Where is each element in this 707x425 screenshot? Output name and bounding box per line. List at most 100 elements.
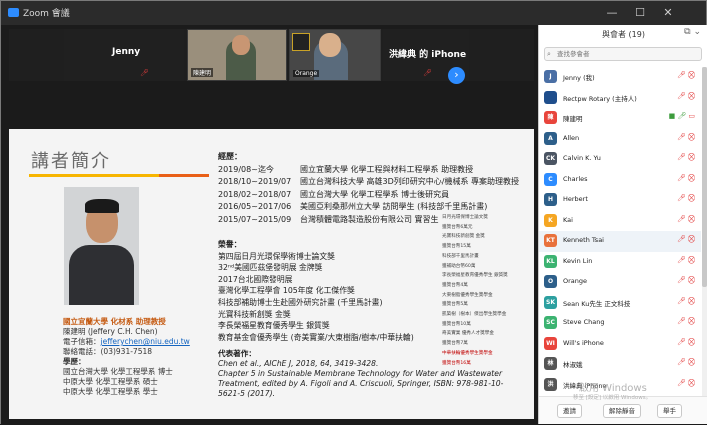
side-item: 獲獎台幣16萬: [442, 360, 471, 366]
participant-row[interactable]: KT Kenneth Tsai 🎤︎ ⛒: [539, 231, 701, 252]
search-icon: ⌕: [547, 50, 551, 58]
participant-row[interactable]: O Orange 🎤︎ ⛒: [539, 272, 701, 293]
participant-name: Kai: [563, 215, 573, 224]
participant-status: 🎤︎ ⛒: [677, 297, 695, 306]
side-item: 光寶科技新創獎 金獎: [442, 234, 485, 240]
photo-body: [69, 245, 134, 305]
participant-name: Rectpw Rotary (主持人): [563, 94, 637, 103]
collapse-icon[interactable]: ⌄: [693, 27, 701, 37]
muted-mic-icon: 🎤︎: [676, 153, 686, 161]
participant-row[interactable]: K Kai 🎤︎ ⛒: [539, 211, 701, 232]
slide-heading: 講者簡介: [31, 151, 111, 172]
participant-row[interactable]: SC Steve Chang 🎤︎ ⛒: [539, 313, 701, 334]
minimize-button[interactable]: —: [601, 4, 623, 22]
side-item: 中華扶輪優秀學生獎學金: [442, 350, 493, 356]
muted-mic-icon: 🎤︎: [676, 173, 686, 182]
raise-hand-button[interactable]: 舉手: [657, 404, 682, 418]
participant-row[interactable]: KL Kevin Lin 🎤︎ ⛒: [539, 252, 701, 273]
experience-heading: 經歷：: [218, 152, 242, 161]
participant-name: Jenny (我): [563, 74, 595, 82]
avatar: SC: [544, 316, 557, 329]
share-icon: ■: [668, 112, 676, 120]
video-off-icon: ⛒: [687, 173, 695, 182]
edu-item: 中原大學 化學工程學系 碩士: [63, 377, 158, 386]
side-item: 奇美實業 優秀人才獎學金: [442, 331, 494, 337]
email-link[interactable]: jefferychen@niu.edu.tw: [101, 337, 190, 346]
exp-date: 2019/08~迄今: [218, 164, 274, 174]
muted-mic-icon: 🎤︎: [676, 235, 686, 243]
avatar: C: [544, 172, 557, 186]
muted-mic-icon: 🎤︎: [676, 337, 686, 346]
participant-status: 🎤︎ ⛒: [677, 317, 695, 326]
participant-status: ■ 🎤︎ ▭: [669, 112, 695, 120]
unmute-button[interactable]: 解除靜音: [603, 404, 641, 418]
participant-row[interactable]: 陳陳建明 ■ 🎤︎ ▭: [539, 108, 701, 129]
honor-item: 教育基金會優秀學生 (奇美實業/大東樹脂/樹本/中華扶輪): [218, 332, 414, 342]
participant-row[interactable]: Rectpw Rotary (主持人) 🎤︎ ⛒: [539, 88, 701, 109]
windows-activation-hint: 移至 [設定] 以啟用 Windows。: [573, 395, 652, 401]
avatar: WI: [544, 336, 557, 350]
participant-name: Will's iPhone: [563, 338, 604, 347]
edu-item: 國立台灣大學 化學工程學系 博士: [63, 367, 173, 376]
video-off-icon: ⛒: [687, 296, 695, 305]
invite-button[interactable]: 邀請: [557, 404, 582, 418]
side-item: 獲獎台幣10萬: [442, 321, 471, 327]
participant-search-input[interactable]: ⌕ 查找參會者: [544, 47, 702, 61]
avatar: K: [544, 213, 557, 227]
window-title: Zoom 會議: [23, 9, 70, 19]
honor-item: 科技部補助博士生赴國外研究計畫 (千里馬計畫): [218, 297, 383, 307]
popout-icon[interactable]: ⧉: [684, 27, 690, 37]
title-bar: Zoom 會議 — ☐ ✕: [1, 1, 706, 25]
participants-panel: 與會者 (19) ⧉ ⌄ ⌕ 查找參會者 J Jenny (我) 🎤︎ ⛒ Rectpw…: [538, 25, 707, 424]
accent-bar: [159, 174, 209, 177]
honor-item: 李長榮福星教育優秀學生 銀質獎: [218, 321, 330, 331]
participants-title: 與會者 (19): [602, 30, 645, 39]
video-tile-orange[interactable]: Orange: [289, 29, 381, 81]
next-page-button[interactable]: ›: [448, 67, 465, 84]
side-item: 大東樹脂優秀學生獎學金: [442, 292, 493, 298]
video-off-icon: ⛒: [687, 153, 695, 161]
participant-status: 🎤︎ ⛒: [677, 194, 695, 203]
participant-status: 🎤︎ ⛒: [677, 358, 695, 367]
participant-row[interactable]: CK Calvin K. Yu 🎤︎ ⛒: [539, 149, 701, 170]
speaker-org: 國立宜蘭大學 化材系 助理教授: [63, 317, 166, 326]
publication-text: Chen et al., AIChE J, 2018, 64, 3419-342…: [218, 359, 379, 368]
participant-status: 🎤︎ ⛒: [677, 174, 695, 183]
side-item: 獲獎台幣5萬: [442, 302, 468, 308]
participant-name: Charles: [563, 174, 588, 183]
maximize-button[interactable]: ☐: [629, 4, 651, 22]
exp-date: 2016/05~2017/06: [218, 202, 292, 211]
scrollbar-thumb[interactable]: [702, 67, 707, 287]
muted-mic-icon: 🎤︎: [676, 255, 686, 264]
tile-name: 陳建明: [191, 68, 214, 77]
tile-name: Jenny: [112, 47, 141, 57]
video-off-icon: ⛒: [687, 235, 695, 243]
avatar: 陳: [544, 111, 557, 124]
participant-row[interactable]: WI Will's iPhone 🎤︎ ⛒: [539, 334, 701, 355]
muted-mic-icon: 🎤︎: [423, 69, 432, 77]
participant-row[interactable]: C Charles 🎤︎ ⛒: [539, 170, 701, 191]
side-item: 獲獎台幣7萬: [442, 341, 468, 347]
speaker-photo: [64, 187, 139, 305]
participant-list: J Jenny (我) 🎤︎ ⛒ Rectpw Rotary (主持人) 🎤︎ ⛒ 陳陳建明 ■…: [539, 67, 701, 395]
close-button[interactable]: ✕: [657, 4, 679, 22]
experience-row: 2019/08~迄今 國立宜蘭大學 化學工程與材料工程學系 助理教授: [218, 164, 519, 177]
avatar: KL: [544, 254, 557, 268]
participant-row[interactable]: SK Sean Ku先生 正文科技 🎤︎ ⛒: [539, 293, 701, 314]
participant-status: 🎤︎ ⛒: [677, 256, 695, 265]
avatar: H: [544, 193, 557, 206]
participant-row[interactable]: 林林淑娥 🎤︎ ⛒: [539, 354, 701, 375]
participant-name: Sean Ku先生 正文科技: [563, 299, 631, 308]
award-side-list: 日月光環保博士論文獎 獲獎台幣6萬元 光寶科技新創獎 金獎 獲獎台幣15萬 科技…: [442, 213, 508, 368]
honor-item: 32ⁿᵈ美國匹茲堡發明展 金牌獎: [218, 263, 323, 273]
participant-row[interactable]: J Jenny (我) 🎤︎ ⛒: [539, 67, 701, 88]
participant-scrollbar[interactable]: [702, 67, 707, 397]
video-off-icon: ⛒: [687, 132, 695, 141]
video-tile-jenny[interactable]: Jenny 🎤︎: [64, 29, 184, 81]
side-item: 獲補助台幣60萬: [442, 263, 476, 269]
muted-mic-icon: 🎤︎: [676, 317, 686, 325]
participant-name: Allen: [563, 133, 580, 142]
video-tile-chen[interactable]: 陳建明: [187, 29, 287, 81]
participant-row[interactable]: A Allen 🎤︎ ⛒: [539, 129, 701, 150]
participant-row[interactable]: H Herbert 🎤︎ ⛒: [539, 190, 701, 211]
